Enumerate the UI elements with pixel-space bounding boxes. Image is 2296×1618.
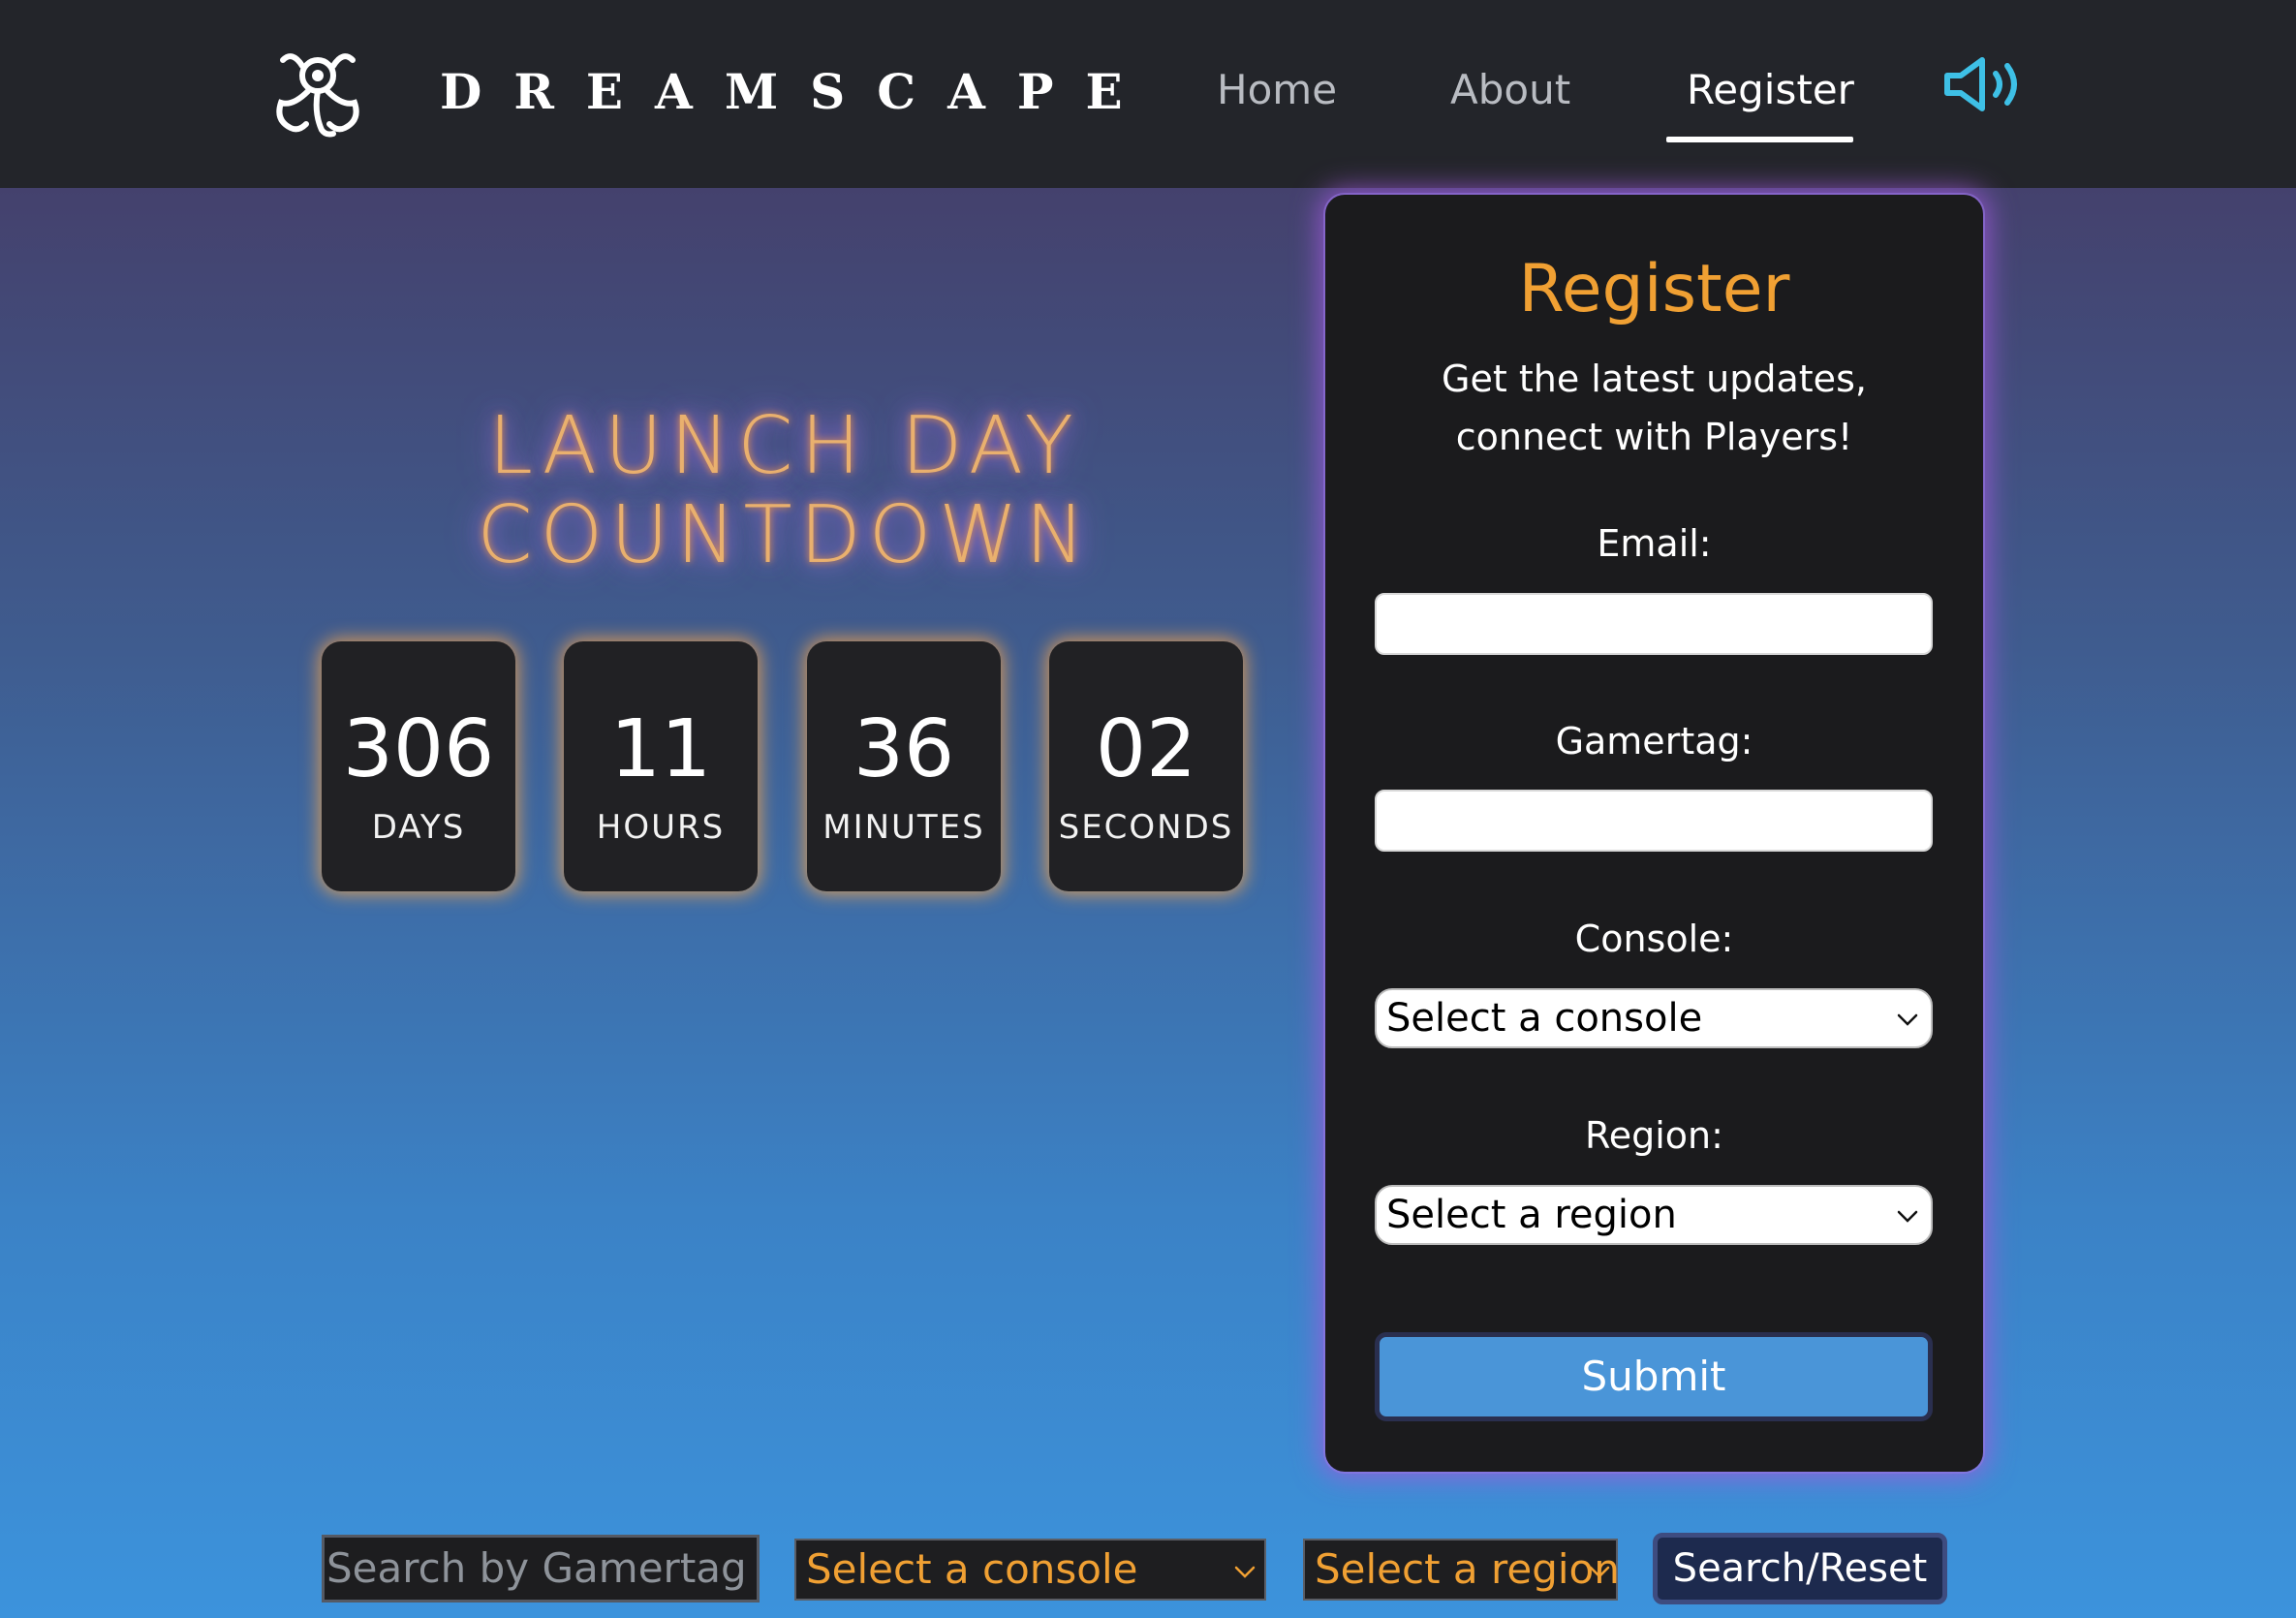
gamertag-search-input[interactable]: Search by Gamertag [322,1535,760,1602]
countdown-seconds-label: SECONDS [1058,808,1234,847]
chevron-down-icon [1589,1566,1610,1578]
countdown-seconds-tile: 02 SECONDS [1049,641,1243,891]
register-subtitle-line-2: connect with Players! [1455,416,1853,458]
countdown-hours-label: HOURS [596,808,726,847]
register-title: Register [1518,251,1790,327]
region-label: Region: [1585,1114,1723,1157]
speaker-volume-icon[interactable] [1941,54,2031,114]
region-filter-value: Select a region [1315,1545,1620,1593]
countdown-minutes-label: MINUTES [822,808,985,847]
countdown-title: LAUNCH DAY COUNTDOWN [368,402,1201,580]
submit-button[interactable]: Submit [1375,1332,1933,1421]
gamertag-field[interactable] [1375,790,1933,852]
countdown-minutes-tile: 36 MINUTES [807,641,1001,891]
countdown-days-label: DAYS [371,808,466,847]
top-navigation-bar: DREAMSCAPE Home About Register [0,0,2296,188]
chevron-down-icon [1234,1566,1256,1578]
console-label: Console: [1574,918,1734,960]
dreamscape-emblem-icon[interactable] [269,47,366,140]
chevron-down-icon [1897,1013,1918,1026]
register-subtitle-line-1: Get the latest updates, [1442,358,1867,400]
nav-about-link[interactable]: About [1450,60,1570,120]
email-field[interactable] [1375,593,1933,655]
chevron-down-icon [1897,1210,1918,1223]
console-select-value: Select a console [1386,996,1703,1041]
active-nav-underline [1666,137,1853,142]
countdown-days-tile: 306 DAYS [322,641,515,891]
countdown-hours-tile: 11 HOURS [564,641,758,891]
gamertag-label: Gamertag: [1555,720,1753,762]
countdown-title-line-1: LAUNCH DAY [488,400,1081,492]
region-filter-select[interactable]: Select a region [1303,1539,1620,1601]
region-select[interactable]: Select a region [1375,1185,1933,1245]
console-filter-value: Select a console [806,1545,1138,1593]
console-filter-select[interactable]: Select a console [794,1539,1266,1601]
register-subtitle: Get the latest updates, connect with Pla… [1325,350,1983,466]
countdown-title-line-2: COUNTDOWN [477,489,1093,581]
nav-register-link[interactable]: Register [1687,60,1854,120]
console-select[interactable]: Select a console [1375,988,1933,1048]
countdown-minutes-value: 36 [853,703,955,795]
countdown-hours-value: 11 [609,703,712,795]
email-label: Email: [1597,522,1712,565]
nav-home-link[interactable]: Home [1217,60,1337,120]
countdown-seconds-value: 02 [1095,703,1197,795]
region-select-value: Select a region [1386,1193,1677,1237]
search-reset-button[interactable]: Search/Reset [1653,1533,1947,1604]
brand-wordmark: DREAMSCAPE [440,63,1155,120]
countdown-days-value: 306 [342,703,495,795]
register-card: Register Get the latest updates, connect… [1325,195,1983,1472]
